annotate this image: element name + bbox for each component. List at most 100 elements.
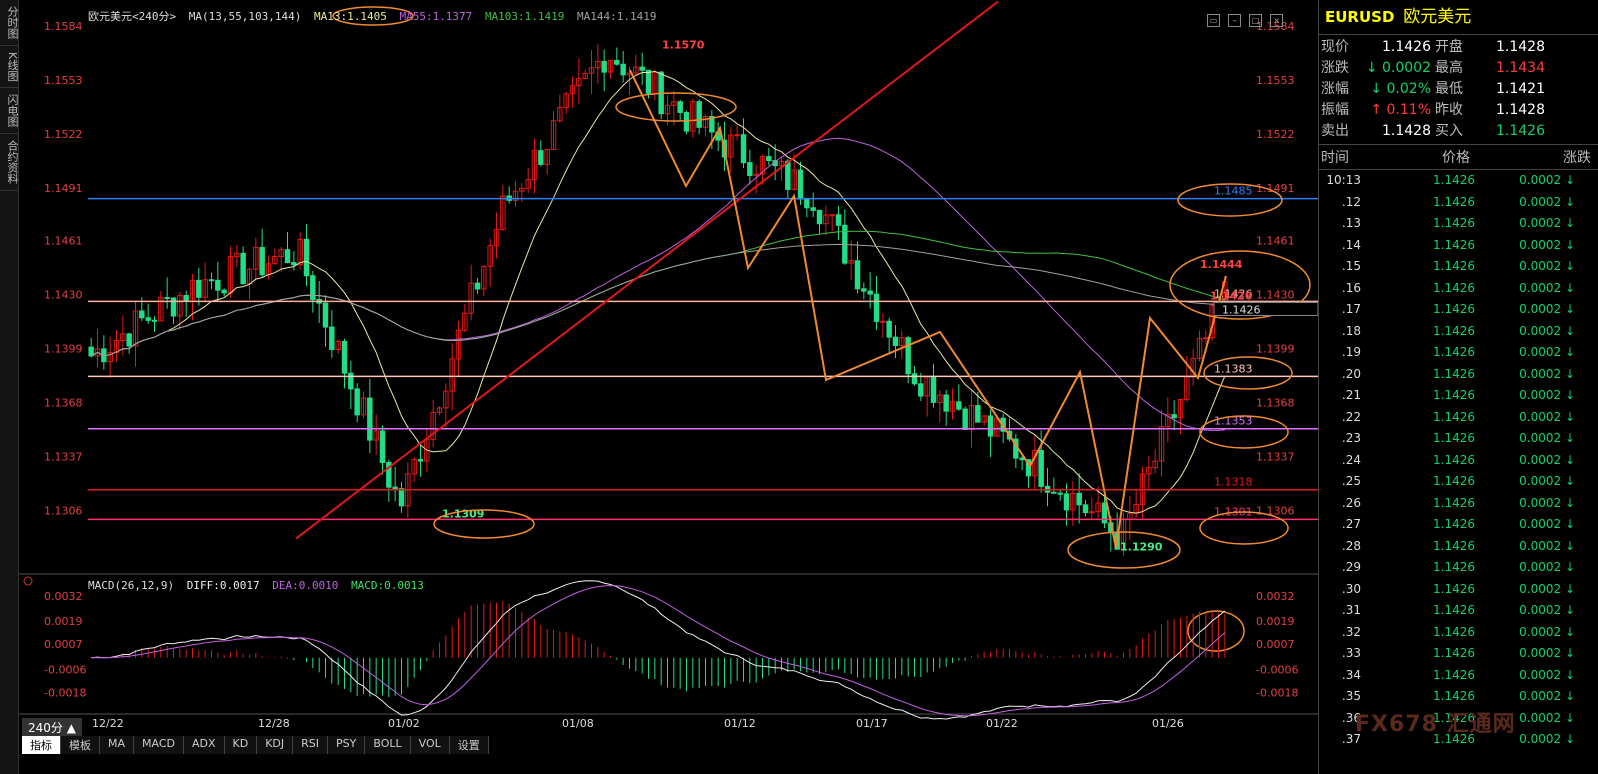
price-annotation: 1.1426 — [1210, 289, 1253, 302]
tick-change: 0.0002 ↓ — [1519, 259, 1575, 273]
restore-icon[interactable]: ▭ — [1207, 14, 1220, 27]
indicator-tab-macd[interactable]: MACD — [134, 736, 184, 754]
indicator-tab-adx[interactable]: ADX — [184, 736, 225, 754]
macd-tick-label-right: -0.0018 — [1256, 687, 1298, 700]
macd-diff-line — [91, 580, 1226, 720]
candle-body — [614, 59, 620, 65]
tick-time: .27 — [1341, 517, 1361, 531]
price-chart[interactable]: 1.1584 1.15841.1553 1.15531.1522 1.15221.14… — [0, 0, 1318, 774]
macd-params-label: MACD(26,12,9) — [88, 579, 175, 592]
candle-body — [804, 198, 810, 209]
indicator-tab-vol[interactable]: VOL — [410, 736, 450, 754]
candle-body — [766, 156, 772, 162]
candle-body — [930, 376, 937, 403]
tab-flash-chart[interactable]: 闪电图 — [0, 88, 19, 135]
macd-dea-label: DEA:0.0010 — [272, 579, 339, 592]
candle-body — [126, 333, 132, 347]
candle-body — [474, 282, 481, 290]
macd-tick-label-left: 0.0032 — [44, 590, 83, 603]
price-tick-label-left: 1.1461 — [44, 234, 83, 247]
candle-body — [1076, 492, 1082, 506]
price-annotation: 1.1570 — [662, 38, 705, 51]
ma13-label: MA13:1.1405 — [313, 10, 387, 23]
price-tick-label-left: 1.1491 — [44, 182, 83, 195]
tab-contract-info[interactable]: 合约资料 — [0, 134, 19, 192]
candle-body — [139, 310, 145, 319]
price-tick-label-left: 1.1430 — [44, 288, 83, 301]
tick-change: 0.0002 ↓ — [1519, 474, 1575, 488]
tick-price: 1.1426 — [1433, 624, 1475, 639]
tick-row: .27 1.1426 0.0002 ↓ — [1319, 514, 1598, 536]
candle-body — [1038, 449, 1044, 487]
indicator-tab-kd[interactable]: KD — [224, 736, 258, 754]
quote-label: 卖出 — [1321, 123, 1349, 139]
quote-label: 开盘 — [1435, 39, 1463, 55]
quote-value: 1.1428 — [1496, 102, 1545, 118]
quote-value: ↓ 0.0002 — [1365, 60, 1431, 76]
date-tick-label: 12/28 — [258, 717, 290, 730]
candle-body — [145, 317, 151, 321]
tick-row: .28 1.1426 0.0002 ↓ — [1319, 536, 1598, 558]
tab-kline-chart[interactable]: K线图 — [0, 46, 19, 89]
tick-time: .14 — [1341, 237, 1361, 252]
tick-price: 1.1426 — [1433, 259, 1475, 273]
candle-body — [379, 430, 386, 463]
indicator-tab-ma[interactable]: MA — [100, 736, 135, 754]
quote-value: 1.1421 — [1496, 81, 1545, 97]
quote-value: 1.1428 — [1382, 123, 1431, 139]
tick-row: .33 1.1426 0.0002 ↓ — [1319, 643, 1598, 665]
quote-value: 1.1428 — [1496, 39, 1545, 55]
tick-header-price: 价格 — [1442, 150, 1470, 166]
timeframe-selector[interactable]: 240分 ▲ — [22, 718, 82, 737]
tick-price: 1.1426 — [1433, 302, 1475, 316]
arrow-down-icon: ↓ — [1370, 81, 1387, 97]
indicator-tab-rsi[interactable]: RSI — [293, 736, 329, 754]
indicator-tab-模板[interactable]: 模板 — [61, 736, 100, 754]
tab-time-chart[interactable]: 分时图 — [0, 0, 19, 46]
macd-tick-label-right: 0.0007 — [1256, 638, 1295, 651]
candle-body — [892, 336, 899, 347]
candle-body — [683, 111, 690, 132]
maximize-icon[interactable]: □ — [1249, 14, 1263, 27]
tick-price: 1.1426 — [1433, 517, 1475, 531]
indicator-tab-psy[interactable]: PSY — [328, 736, 366, 754]
tick-change: 0.0002 ↓ — [1519, 366, 1575, 381]
quote-label: 涨幅 — [1321, 81, 1349, 97]
candle-body — [164, 297, 170, 300]
close-icon[interactable]: × — [1270, 14, 1284, 27]
candle-body — [259, 246, 265, 276]
tick-price: 1.1426 — [1433, 216, 1475, 230]
tick-row: .16 1.1426 0.0002 ↓ — [1319, 278, 1598, 300]
tick-row: .34 1.1426 0.0002 ↓ — [1319, 665, 1598, 687]
indicator-tab-kdj[interactable]: KDJ — [257, 736, 294, 754]
tick-header-change: 涨跌 — [1563, 150, 1591, 166]
candle-body — [291, 262, 297, 266]
tick-list[interactable]: 10:13 1.1426 0.0002 ↓ .12 1.1426 0.0002 ↓ .13 1… — [1319, 170, 1598, 751]
macd-diff-label: DIFF:0.0017 — [186, 579, 260, 592]
candle-body — [886, 320, 892, 338]
tick-row: .29 1.1426 0.0002 ↓ — [1319, 557, 1598, 579]
arrow-up-icon: ↑ — [1370, 102, 1387, 118]
tick-header: 时间 价格 涨跌 — [1319, 145, 1598, 170]
price-annotation: 1.1444 — [1200, 258, 1243, 271]
candle-body — [1203, 337, 1209, 340]
indicator-tab-指标[interactable]: 指标 — [22, 736, 61, 754]
tick-change: 0.0002 ↓ — [1519, 560, 1575, 574]
minimize-icon[interactable]: – — [1228, 14, 1242, 27]
quote-label: 振幅 — [1321, 102, 1349, 118]
tick-price: 1.1426 — [1433, 280, 1475, 295]
tick-time: .32 — [1341, 624, 1361, 639]
quote-value: 1.1434 — [1496, 60, 1545, 76]
tick-price: 1.1426 — [1433, 474, 1475, 488]
tick-change: 0.0002 ↓ — [1519, 280, 1575, 295]
tick-time: .22 — [1341, 409, 1361, 424]
candle-body — [747, 162, 753, 176]
price-tick-label-right: 1.1522 — [1256, 128, 1295, 141]
candle-body — [221, 289, 227, 294]
tick-change: 0.0002 ↓ — [1519, 345, 1575, 359]
quote-value: ↑ 0.11% — [1370, 102, 1431, 118]
indicator-tab-设置[interactable]: 设置 — [449, 736, 489, 754]
indicator-tab-boll[interactable]: BOLL — [365, 736, 411, 754]
tick-change: 0.0002 ↓ — [1519, 323, 1575, 338]
arrow-down-icon: ↓ — [1365, 60, 1382, 76]
